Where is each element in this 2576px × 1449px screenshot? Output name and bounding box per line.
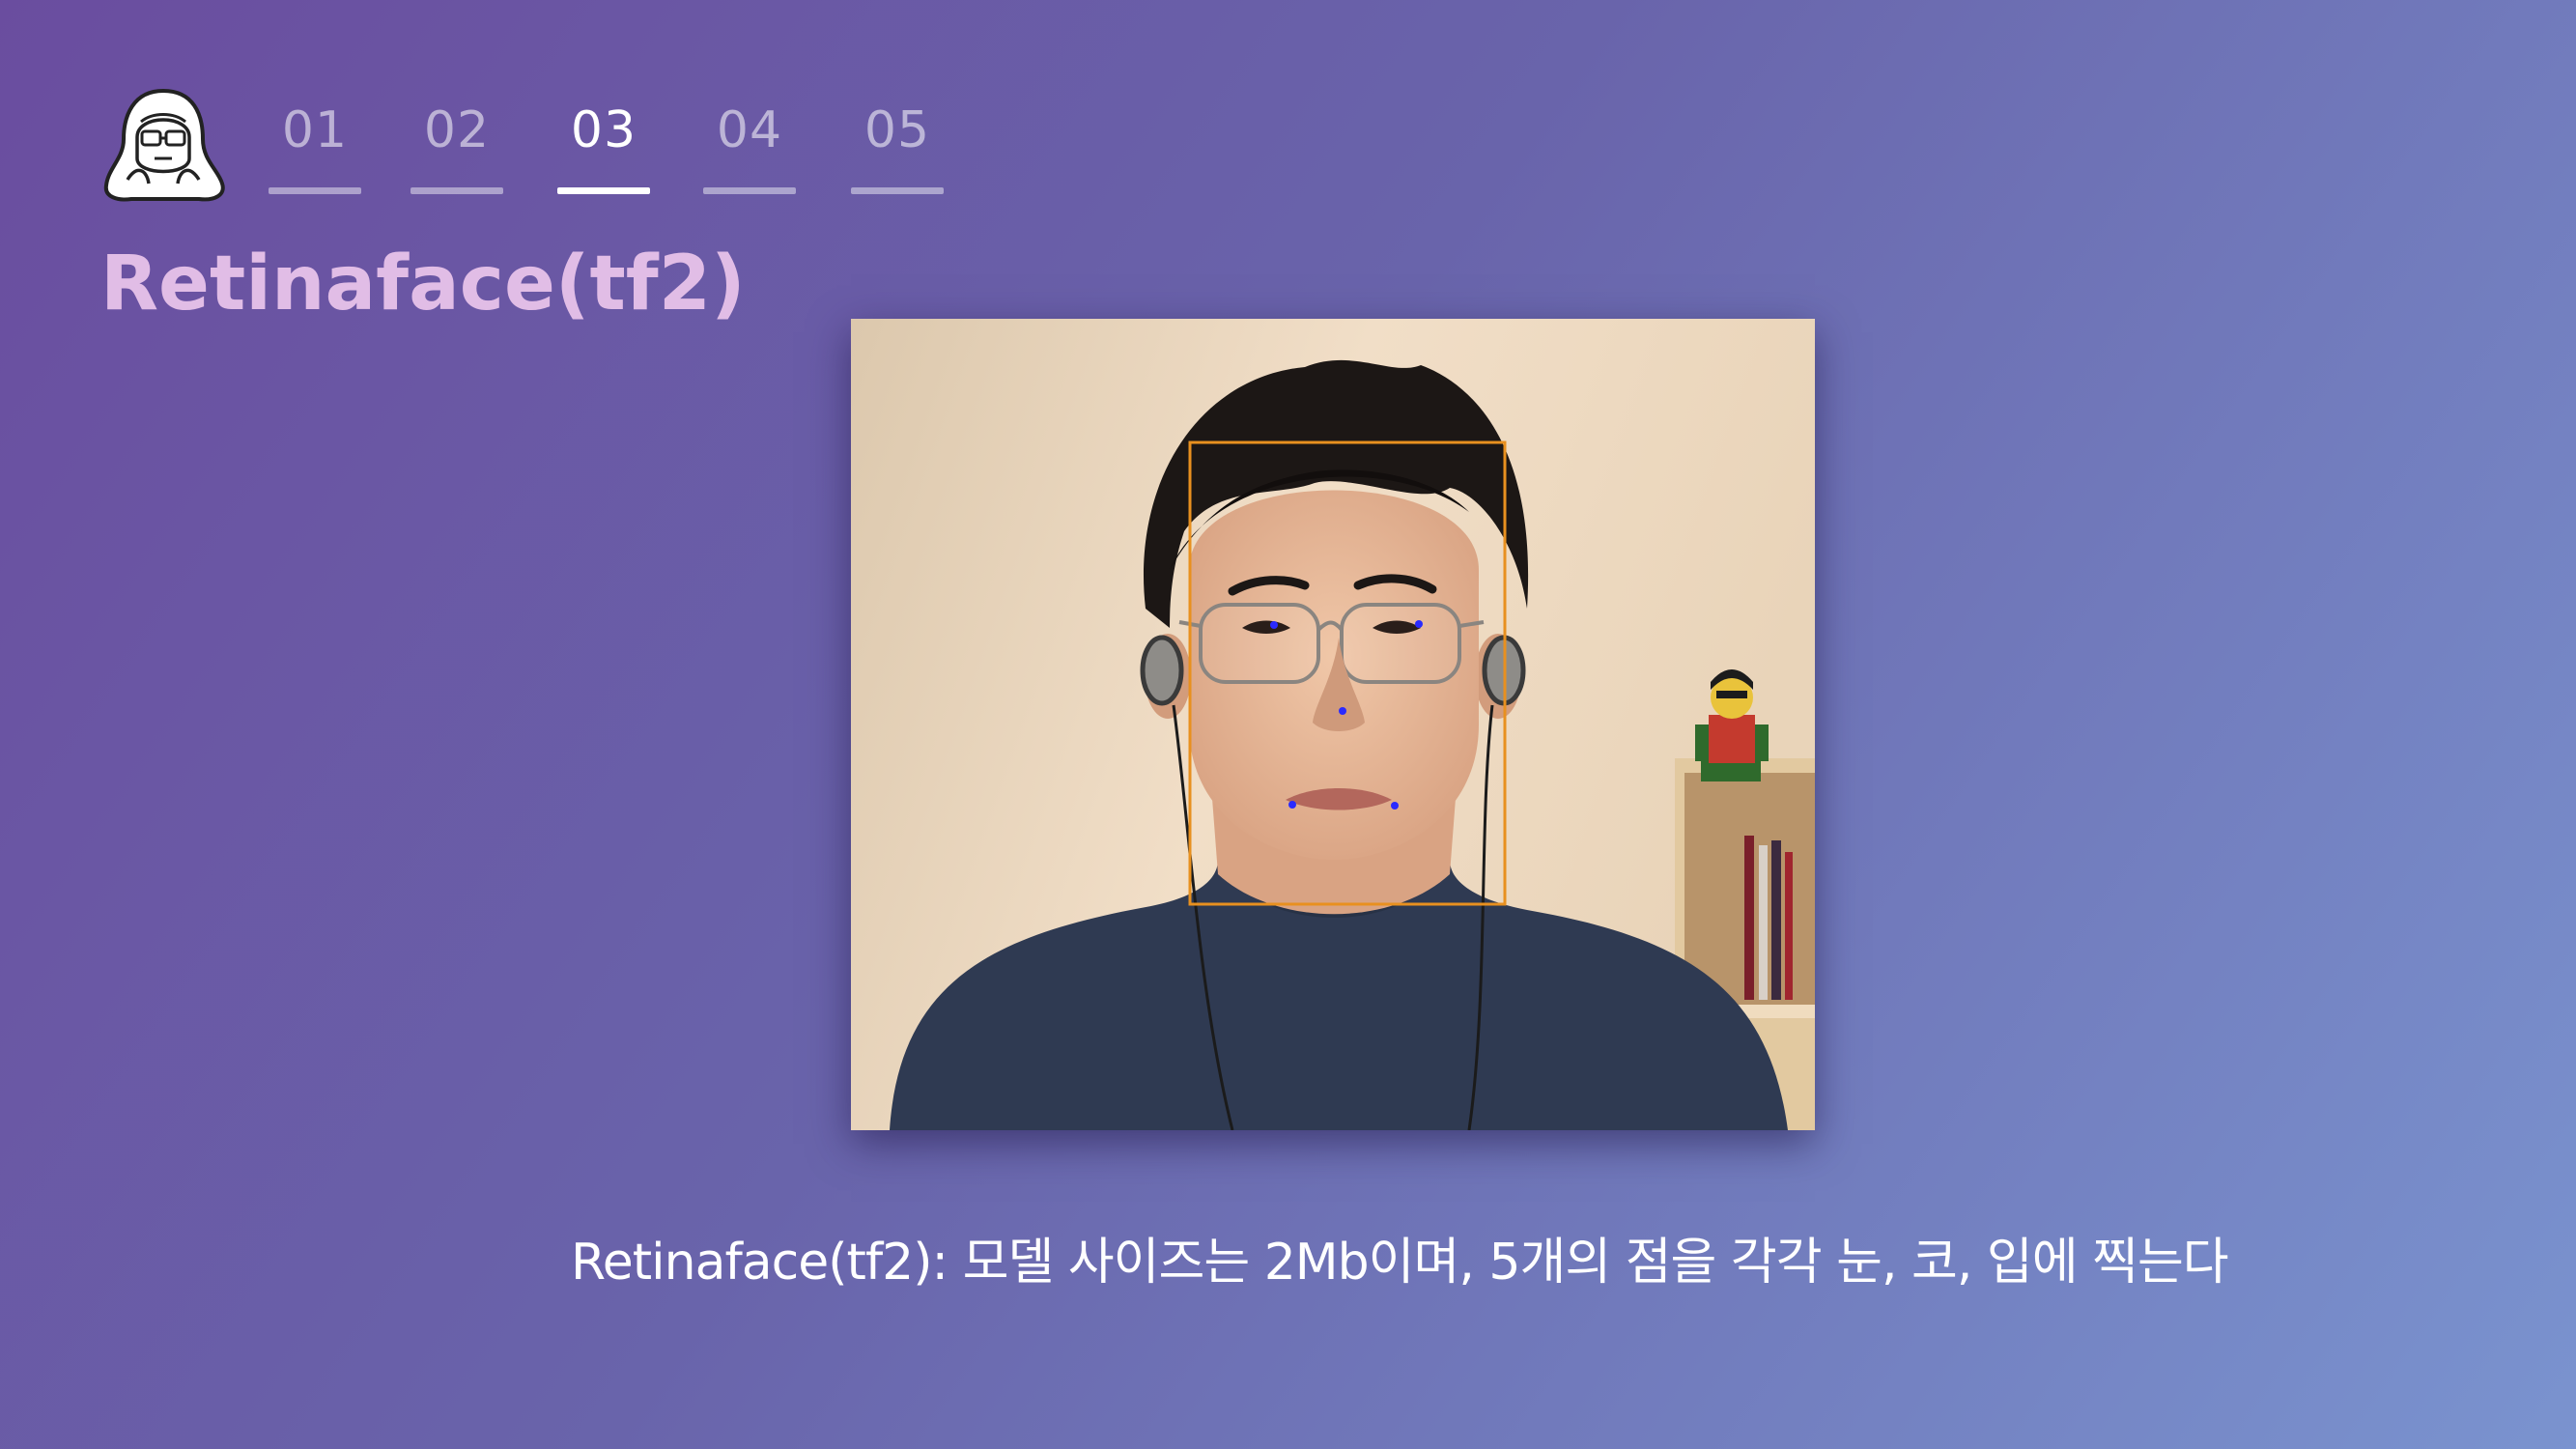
logo-icon	[99, 83, 228, 205]
tab-03[interactable]: 03	[557, 99, 650, 195]
tab-01-underline	[269, 187, 361, 194]
tab-04-underline	[703, 187, 796, 194]
tab-03-label: 03	[570, 101, 637, 159]
tab-05-label: 05	[863, 101, 931, 159]
tab-02-label: 02	[423, 101, 491, 159]
tab-03-underline	[557, 187, 650, 194]
page-title: Retinaface(tf2)	[100, 241, 746, 327]
tab-04-label: 04	[716, 101, 783, 159]
caption-text: Retinaface(tf2): 모델 사이즈는 2Mb이며, 5개의 점을 각…	[571, 1234, 2229, 1292]
tab-01-label: 01	[281, 101, 349, 159]
tab-05[interactable]: 05	[851, 99, 944, 195]
tab-05-underline	[851, 187, 944, 194]
face-detection-photo	[851, 319, 1815, 1131]
tab-04[interactable]: 04	[703, 99, 796, 195]
tab-02-underline	[410, 187, 503, 194]
tab-01[interactable]: 01	[269, 99, 361, 195]
tab-02[interactable]: 02	[410, 99, 503, 195]
